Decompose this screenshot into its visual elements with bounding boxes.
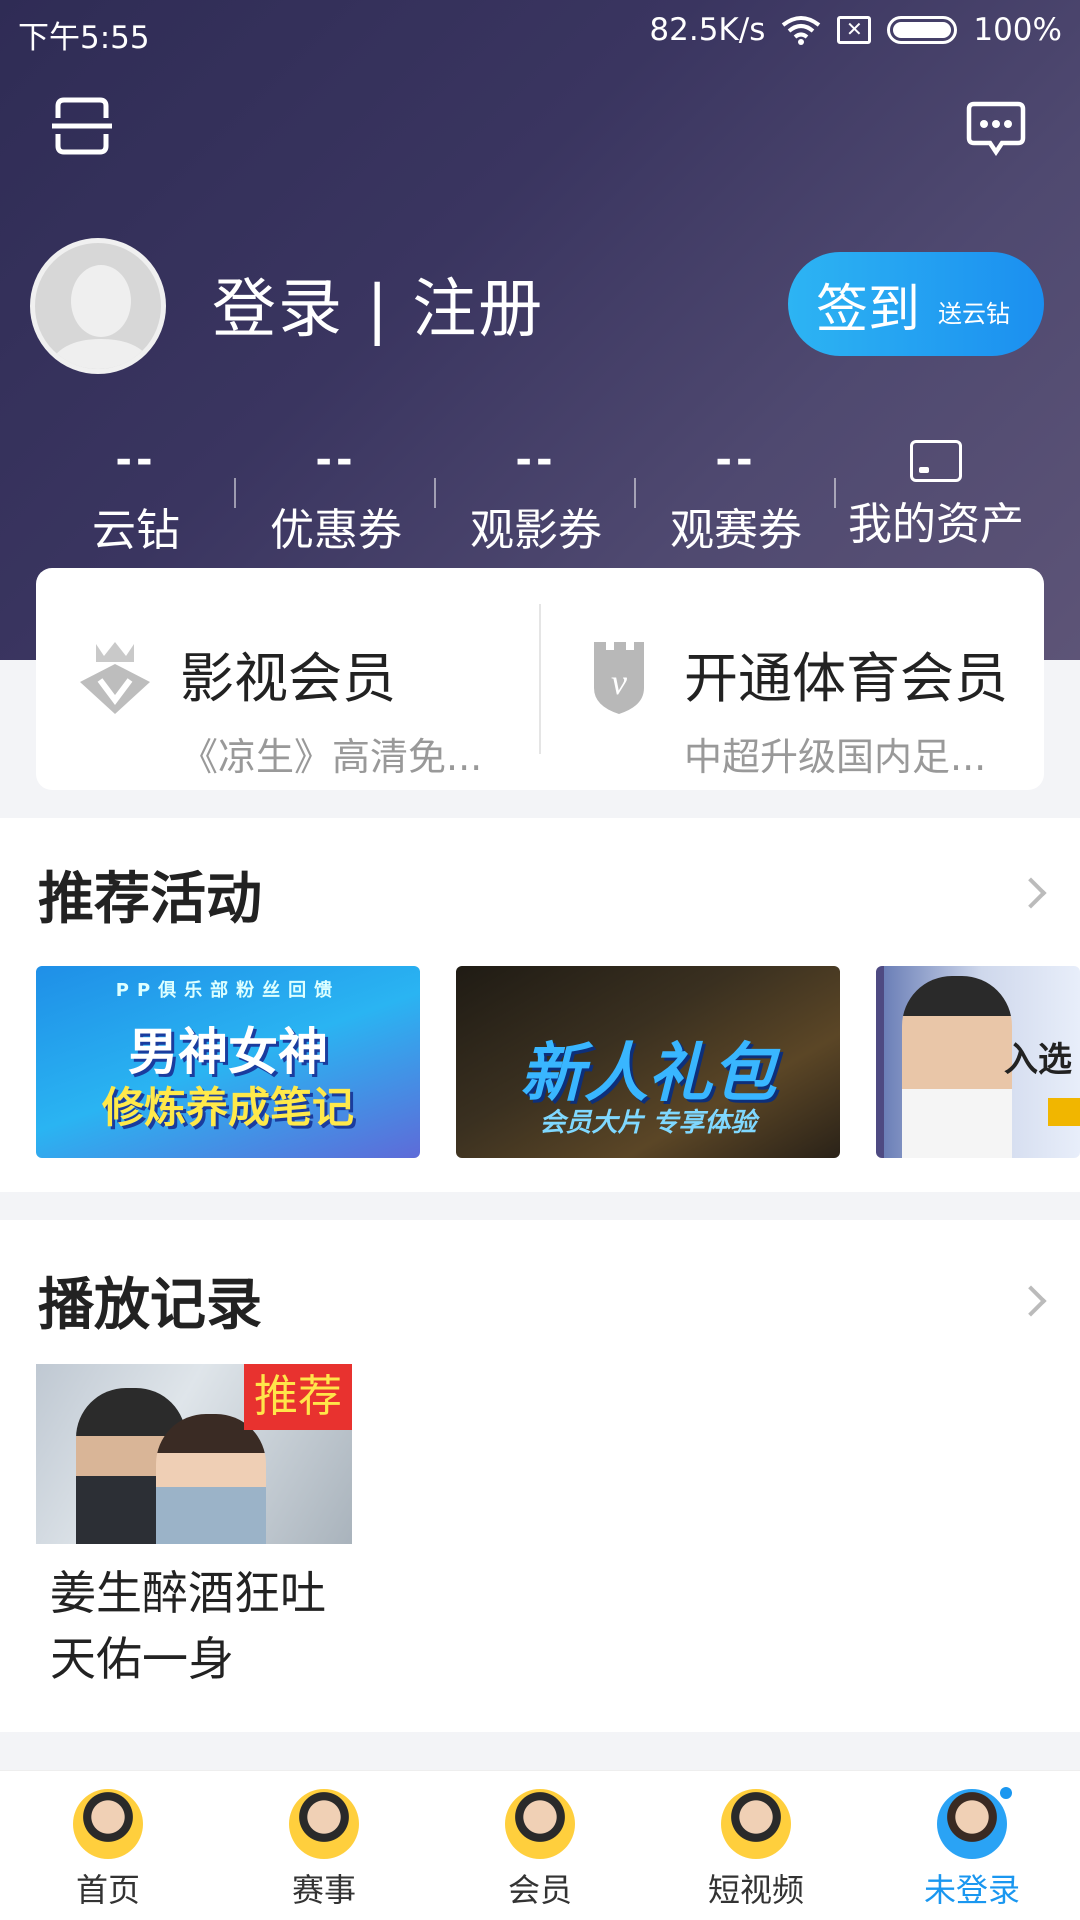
activity-banner[interactable]: 入选 [876, 966, 1080, 1158]
tab-avatar-icon [505, 1789, 575, 1859]
checkin-label: 签到 [816, 279, 921, 340]
message-icon[interactable] [966, 100, 1026, 156]
wifi-icon [782, 16, 821, 45]
stat-movie-tickets[interactable]: -- 观影券 [436, 440, 636, 560]
avatar[interactable] [30, 238, 166, 374]
checkin-sublabel: 送云钻 [938, 299, 1011, 328]
tab-avatar-icon [937, 1789, 1007, 1859]
tab-avatar-icon [289, 1789, 359, 1859]
thumbnail-person [156, 1414, 266, 1544]
tab-avatar-icon [73, 1789, 143, 1859]
checkin-button[interactable]: 签到 送云钻 [788, 252, 1044, 356]
stat-coupons[interactable]: -- 优惠券 [236, 440, 436, 560]
stat-label: 云钻 [92, 505, 180, 556]
notification-dot [1000, 1787, 1012, 1799]
chevron-right-icon[interactable] [1015, 877, 1047, 909]
tab-profile[interactable]: 未登录 [864, 1771, 1080, 1920]
tab-vip[interactable]: 会员 [432, 1771, 648, 1920]
stat-value: -- [315, 437, 357, 483]
banner-subtitle: 会员大片 专享体验 [539, 1108, 757, 1138]
stat-label: 优惠券 [270, 505, 402, 556]
asset-stats: -- 云钻 -- 优惠券 -- 观影券 -- 观赛券 我的资产 [0, 440, 1080, 560]
video-vip-badge-icon [80, 642, 150, 714]
svg-text:v: v [611, 662, 627, 702]
bottom-tab-bar: 首页 赛事 会员 短视频 未登录 [0, 1770, 1080, 1920]
sports-vip-entry[interactable]: v 开通体育会员 中超升级国内足... [540, 568, 1044, 790]
stat-value: -- [515, 437, 557, 483]
vip-card: 影视会员 《凉生》高清免... v 开通体育会员 中超升级国内足... [36, 568, 1044, 790]
battery-level: 100% [973, 12, 1062, 48]
stat-label: 观赛券 [670, 505, 802, 556]
history-caption[interactable]: 姜生醉酒狂吐天佑一身 [50, 1560, 350, 1692]
activity-banner[interactable]: 新人礼包 会员大片 专享体验 [456, 966, 840, 1158]
tab-avatar-icon [721, 1789, 791, 1859]
section-title: 推荐活动 [38, 867, 262, 932]
history-thumbnail[interactable]: 推荐 [36, 1364, 352, 1544]
wallet-icon [910, 440, 962, 482]
banner-title: 新人礼包 [520, 1037, 776, 1111]
battery-icon [887, 16, 958, 44]
vip-title: 影视会员 [180, 647, 396, 710]
vip-title: 开通体育会员 [684, 647, 1008, 710]
tab-label: 会员 [507, 1871, 572, 1909]
vip-subtitle: 《凉生》高清免... [180, 735, 483, 779]
login-register-link[interactable]: 登录 | 注册 [212, 258, 544, 350]
banner-tag [1048, 1098, 1080, 1126]
no-sim-icon: ✕ [837, 16, 872, 44]
tab-label: 赛事 [291, 1871, 356, 1909]
stat-yunzuan[interactable]: -- 云钻 [36, 440, 236, 560]
activity-banner[interactable]: PP俱乐部粉丝回馈 男神女神 修炼养成笔记 [36, 966, 420, 1158]
banner-title: 入选 [1004, 1040, 1072, 1080]
stat-label: 我的资产 [848, 499, 1024, 550]
tab-label: 未登录 [923, 1871, 1020, 1909]
stat-value: -- [115, 437, 157, 483]
stat-match-tickets[interactable]: -- 观赛券 [636, 440, 836, 560]
vip-subtitle: 中超升级国内足... [684, 735, 987, 779]
tab-label: 短视频 [707, 1871, 804, 1909]
status-time: 下午5:55 [18, 20, 150, 56]
banner-person-image [902, 976, 1012, 1158]
banner-subtitle: 修炼养成笔记 [101, 1083, 354, 1132]
video-vip-entry[interactable]: 影视会员 《凉生》高清免... [36, 568, 540, 790]
tab-matches[interactable]: 赛事 [216, 1771, 432, 1920]
tab-home[interactable]: 首页 [0, 1771, 216, 1920]
recommend-badge: 推荐 [244, 1364, 352, 1430]
my-assets[interactable]: 我的资产 [836, 440, 1036, 560]
stat-value: -- [715, 437, 757, 483]
status-bar: 下午5:55 82.5K/s ✕ 100% [0, 0, 1080, 62]
stat-label: 观影券 [470, 505, 602, 556]
default-user-icon [47, 265, 155, 369]
tab-label: 首页 [75, 1871, 140, 1909]
chevron-right-icon[interactable] [1015, 1285, 1047, 1317]
profile-header: 下午5:55 82.5K/s ✕ 100% 登录 | 注册 签到 送云钻 -- … [0, 0, 1080, 660]
section-title: 播放记录 [38, 1273, 262, 1338]
sports-vip-badge-icon: v [594, 642, 644, 714]
tab-short-video[interactable]: 短视频 [648, 1771, 864, 1920]
network-speed: 82.5K/s [649, 12, 766, 48]
scan-icon[interactable] [52, 96, 112, 156]
banner-tagline: PP俱乐部粉丝回馈 [115, 980, 341, 1001]
